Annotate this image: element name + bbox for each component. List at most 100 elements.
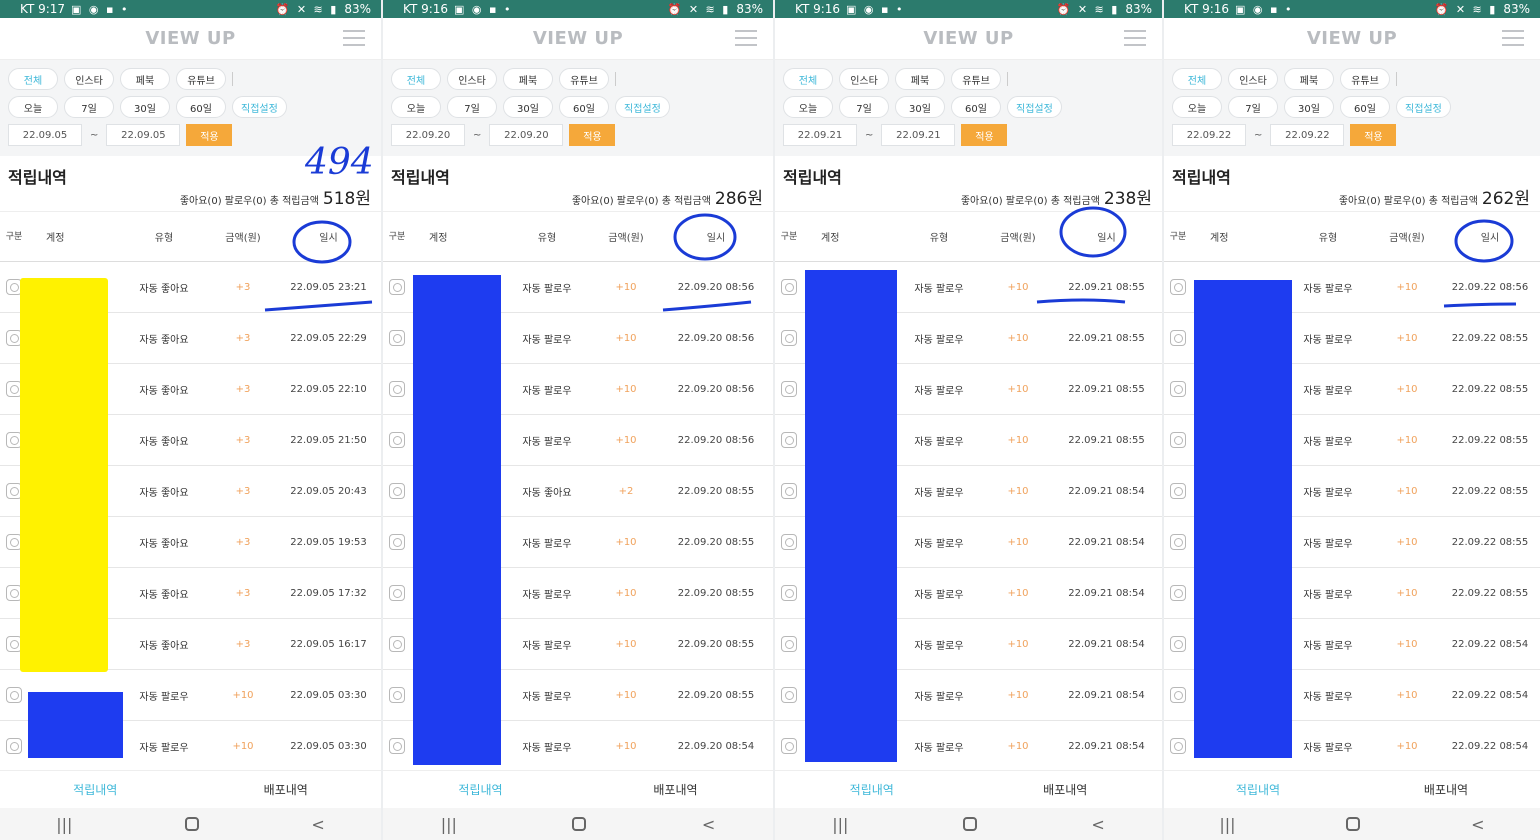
instagram-icon <box>781 432 797 448</box>
category-cell <box>383 585 411 601</box>
datetime-cell: 22.09.22 08:55 <box>1451 536 1529 548</box>
filter-all-button[interactable]: 전체 <box>8 68 58 90</box>
date-to-input[interactable]: 22.09.21 <box>881 124 956 146</box>
type-cell: 자동 팔로우 <box>914 640 964 652</box>
filter-instagram-button[interactable]: 인스타 <box>64 68 114 90</box>
category-cell <box>0 738 28 754</box>
tab-earnings[interactable]: 적립내역 <box>1164 771 1352 808</box>
range-today-button[interactable]: 오늘 <box>391 96 441 118</box>
datetime-cell: 22.09.21 08:54 <box>1068 740 1145 752</box>
date-to-input[interactable]: 22.09.05 <box>106 124 181 146</box>
range-custom-button[interactable]: 직접설정 <box>1007 96 1062 118</box>
recent-apps-icon[interactable]: ||| <box>441 815 457 834</box>
filter-facebook-button[interactable]: 페북 <box>503 68 553 90</box>
apply-button[interactable]: 적용 <box>186 124 233 146</box>
filter-youtube-button[interactable]: 유튜브 <box>1340 68 1390 90</box>
datetime-cell: 22.09.20 08:55 <box>677 485 755 497</box>
amount-cell: +3 <box>235 638 251 650</box>
back-icon[interactable]: < <box>702 815 715 834</box>
filter-all-button[interactable]: 전체 <box>783 68 833 90</box>
range-60d-button[interactable]: 60일 <box>1340 96 1390 118</box>
range-7d-button[interactable]: 7일 <box>64 96 114 118</box>
apply-button[interactable]: 적용 <box>569 124 616 146</box>
hamburger-menu-icon[interactable] <box>1124 30 1146 46</box>
range-custom-button[interactable]: 직접설정 <box>1396 96 1451 118</box>
hamburger-menu-icon[interactable] <box>343 30 365 46</box>
home-icon[interactable] <box>1346 817 1361 831</box>
filter-instagram-button[interactable]: 인스타 <box>447 68 497 90</box>
status-bar: KT 9:16 ▣ ◉ ▪ • ⏰ ✕ ≋ ▮ 83% <box>383 0 773 18</box>
range-today-button[interactable]: 오늘 <box>1172 96 1222 118</box>
filter-facebook-button[interactable]: 페북 <box>1284 68 1334 90</box>
type-cell: 자동 좋아요 <box>139 385 189 397</box>
range-60d-button[interactable]: 60일 <box>951 96 1001 118</box>
range-30d-button[interactable]: 30일 <box>1284 96 1334 118</box>
header-account: 계정 <box>46 233 65 244</box>
range-30d-button[interactable]: 30일 <box>120 96 170 118</box>
home-icon[interactable] <box>184 817 199 831</box>
hamburger-menu-icon[interactable] <box>735 30 757 46</box>
date-from-input[interactable]: 22.09.22 <box>1172 124 1246 146</box>
home-icon[interactable] <box>572 817 587 831</box>
redaction-blue <box>413 275 501 765</box>
header-type: 유형 <box>537 233 557 244</box>
type-cell: 자동 팔로우 <box>1303 487 1353 499</box>
redaction-yellow <box>20 278 108 672</box>
range-60d-button[interactable]: 60일 <box>176 96 226 118</box>
range-today-button[interactable]: 오늘 <box>783 96 833 118</box>
date-from-input[interactable]: 22.09.05 <box>8 124 82 146</box>
tab-distribution[interactable]: 배포내역 <box>578 771 773 808</box>
range-30d-button[interactable]: 30일 <box>503 96 553 118</box>
home-icon[interactable] <box>962 817 977 831</box>
recent-apps-icon[interactable]: ||| <box>832 815 848 834</box>
filter-youtube-button[interactable]: 유튜브 <box>559 68 609 90</box>
filter-all-button[interactable]: 전체 <box>1172 68 1222 90</box>
tab-earnings[interactable]: 적립내역 <box>775 771 969 808</box>
range-today-button[interactable]: 오늘 <box>8 96 58 118</box>
filter-instagram-button[interactable]: 인스타 <box>1228 68 1278 90</box>
filter-youtube-button[interactable]: 유튜브 <box>176 68 226 90</box>
datetime-cell: 22.09.20 08:56 <box>677 434 755 446</box>
apply-button[interactable]: 적용 <box>1350 124 1397 146</box>
apply-button[interactable]: 적용 <box>961 124 1008 146</box>
hamburger-menu-icon[interactable] <box>1502 30 1524 46</box>
range-custom-button[interactable]: 직접설정 <box>232 96 287 118</box>
type-cell: 자동 팔로우 <box>914 334 964 346</box>
date-to-input[interactable]: 22.09.22 <box>1270 124 1345 146</box>
amount-cell: +10 <box>1007 485 1029 497</box>
range-7d-button[interactable]: 7일 <box>447 96 497 118</box>
date-from-input[interactable]: 22.09.20 <box>391 124 465 146</box>
status-time: KT 9:16 <box>1184 2 1230 16</box>
tab-distribution[interactable]: 배포내역 <box>969 771 1163 808</box>
phone-screen-2: KT 9:16 ▣ ◉ ▪ • ⏰ ✕ ≋ ▮ 83% VIEW UP 전체 인… <box>383 0 775 840</box>
range-custom-button[interactable]: 직접설정 <box>615 96 670 118</box>
filter-all-button[interactable]: 전체 <box>391 68 441 90</box>
range-60d-button[interactable]: 60일 <box>559 96 609 118</box>
filter-panel: 전체 인스타 페북 유튜브 오늘 7일 30일 60일 직접설정 22.09.0… <box>0 60 381 156</box>
back-icon[interactable]: < <box>1091 815 1104 834</box>
date-from-input[interactable]: 22.09.21 <box>783 124 857 146</box>
filter-facebook-button[interactable]: 페북 <box>120 68 170 90</box>
instagram-icon <box>389 279 405 295</box>
range-7d-button[interactable]: 7일 <box>1228 96 1278 118</box>
range-7d-button[interactable]: 7일 <box>839 96 889 118</box>
recent-apps-icon[interactable]: ||| <box>56 815 72 834</box>
header-account: 계정 <box>821 233 840 244</box>
recent-apps-icon[interactable]: ||| <box>1219 815 1235 834</box>
filter-youtube-button[interactable]: 유튜브 <box>951 68 1001 90</box>
back-icon[interactable]: < <box>311 815 324 834</box>
filter-facebook-button[interactable]: 페북 <box>895 68 945 90</box>
tab-distribution[interactable]: 배포내역 <box>191 771 382 808</box>
tab-earnings[interactable]: 적립내역 <box>383 771 578 808</box>
range-30d-button[interactable]: 30일 <box>895 96 945 118</box>
datetime-cell: 22.09.20 08:55 <box>677 587 755 599</box>
date-to-input[interactable]: 22.09.20 <box>489 124 564 146</box>
tab-distribution[interactable]: 배포내역 <box>1352 771 1540 808</box>
amount-cell: +10 <box>1396 332 1418 344</box>
filter-instagram-button[interactable]: 인스타 <box>839 68 889 90</box>
amount-cell: +10 <box>615 281 637 293</box>
back-icon[interactable]: < <box>1471 815 1484 834</box>
amount-cell: +3 <box>235 332 251 344</box>
tab-earnings[interactable]: 적립내역 <box>0 771 191 808</box>
amount-cell: +3 <box>235 281 251 293</box>
